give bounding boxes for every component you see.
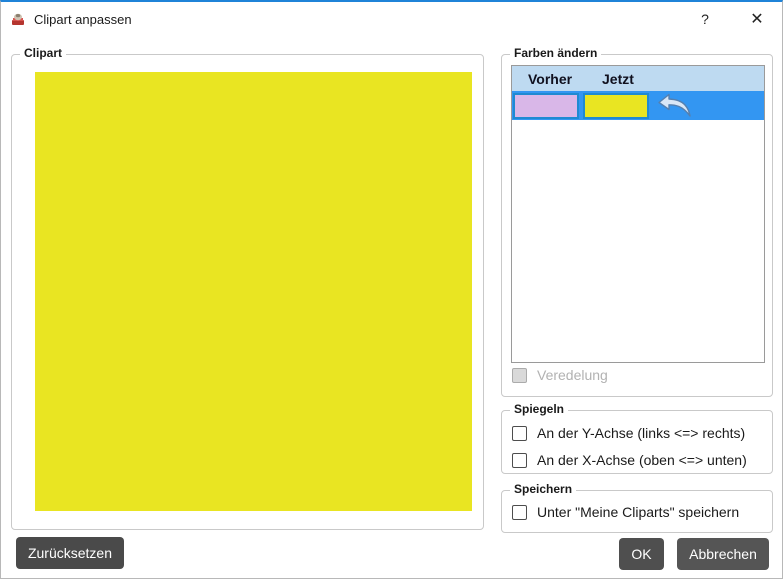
colors-group: Farben ändern Vorher Jetzt Veredelung xyxy=(501,46,773,397)
save-group: Speichern Unter "Meine Cliparts" speiche… xyxy=(501,482,773,533)
window-title: Clipart anpassen xyxy=(34,11,132,27)
before-color-swatch[interactable] xyxy=(513,92,579,119)
veredelung-checkbox[interactable] xyxy=(512,367,527,383)
ok-button[interactable]: OK xyxy=(619,538,664,570)
table-row[interactable] xyxy=(512,91,764,120)
mirror-group: Spiegeln An der Y-Achse (links <=> recht… xyxy=(501,402,773,474)
veredelung-label: Veredelung xyxy=(537,367,608,383)
clipart-preview[interactable] xyxy=(35,72,472,511)
column-header-jetzt: Jetzt xyxy=(602,70,634,87)
mirror-x-checkbox[interactable] xyxy=(512,452,527,468)
color-table: Vorher Jetzt xyxy=(511,65,765,363)
app-icon xyxy=(10,11,26,27)
help-button[interactable]: ? xyxy=(688,4,722,34)
reset-button[interactable]: Zurücksetzen xyxy=(16,537,124,569)
mirror-y-checkbox[interactable] xyxy=(512,425,527,441)
column-header-vorher: Vorher xyxy=(528,70,573,87)
save-group-label: Speichern xyxy=(510,482,577,496)
clipart-group-label: Clipart xyxy=(20,46,67,60)
save-checkbox[interactable] xyxy=(512,504,527,520)
save-option: Unter "Meine Cliparts" speichern xyxy=(512,504,739,520)
cancel-button[interactable]: Abbrechen xyxy=(677,538,769,570)
colors-group-label: Farben ändern xyxy=(510,46,602,60)
mirror-x-option: An der X-Achse (oben <=> unten) xyxy=(512,452,747,468)
close-icon[interactable]: ✕ xyxy=(740,4,774,34)
clipart-group: Clipart xyxy=(11,46,484,530)
color-table-header: Vorher Jetzt xyxy=(512,66,764,91)
mirror-y-option: An der Y-Achse (links <=> rechts) xyxy=(512,425,745,441)
mirror-x-label: An der X-Achse (oben <=> unten) xyxy=(537,452,747,468)
after-color-swatch[interactable] xyxy=(583,92,649,119)
save-label: Unter "Meine Cliparts" speichern xyxy=(537,504,740,520)
dialog-clipart-anpassen: Clipart anpassen ? ✕ Clipart Farben ände… xyxy=(0,0,783,579)
titlebar: Clipart anpassen ? ✕ xyxy=(1,4,782,34)
undo-arrow-icon[interactable] xyxy=(656,93,694,119)
mirror-y-label: An der Y-Achse (links <=> rechts) xyxy=(537,425,746,441)
mirror-group-label: Spiegeln xyxy=(510,402,569,416)
veredelung-option: Veredelung xyxy=(512,367,608,383)
